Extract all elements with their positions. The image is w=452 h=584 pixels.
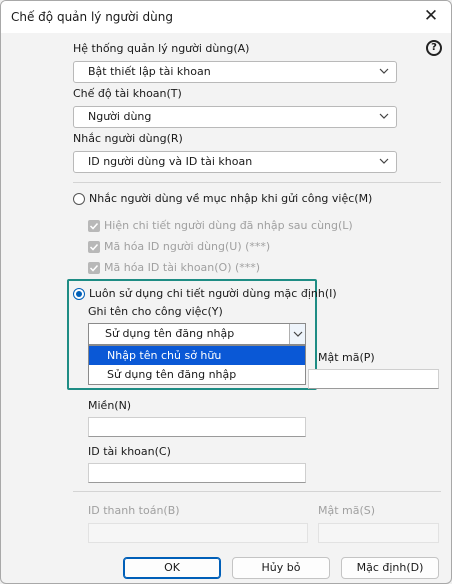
billing-id-input[interactable] xyxy=(88,523,308,543)
checkbox-mask-account-id[interactable] xyxy=(88,262,100,274)
password-input[interactable] xyxy=(308,369,439,389)
job-name-value: Sử dụng tên đăng nhập xyxy=(105,327,235,340)
password-label: Mật mã(P) xyxy=(318,351,375,364)
checkmark-icon xyxy=(89,264,99,272)
billing-password-label: Mật mã(S) xyxy=(318,504,376,517)
account-id-input[interactable] xyxy=(88,463,306,483)
checkmark-icon xyxy=(89,243,99,251)
checkbox-mask-account-id-label: Mã hóa ID tài khoan(O) (***) xyxy=(104,261,261,274)
divider xyxy=(73,491,441,492)
checkbox-show-last-user-label: Hiện chi tiết người dùng đã nhập sau cùn… xyxy=(104,219,353,232)
checkbox-mask-user-id[interactable] xyxy=(88,241,100,253)
user-prompt-value: ID người dùng và ID tài khoan xyxy=(88,155,253,168)
chevron-down-icon xyxy=(379,158,389,164)
domain-input[interactable] xyxy=(88,417,306,437)
account-mode-value: Người dùng xyxy=(88,110,152,123)
checkbox-show-last-user[interactable] xyxy=(88,220,100,232)
checkmark-icon xyxy=(89,222,99,230)
system-select[interactable]: Bật thiết lập tài khoan xyxy=(73,61,397,83)
dropdown-option-login-name[interactable]: Sử dụng tên đăng nhập xyxy=(89,365,305,384)
billing-password-input[interactable] xyxy=(318,523,439,543)
radio-always-default-label: Luôn sử dụng chi tiết người dùng mặc địn… xyxy=(89,287,337,300)
job-name-dropdown-list: Nhập tên chủ sở hữu Sử dụng tên đăng nhậ… xyxy=(88,345,306,385)
account-mode-select[interactable]: Người dùng xyxy=(73,106,397,128)
domain-label: Miền(N) xyxy=(88,399,132,412)
chevron-down-icon xyxy=(379,113,389,119)
dropdown-option-owner-name[interactable]: Nhập tên chủ sở hữu xyxy=(89,346,305,365)
help-icon[interactable]: ? xyxy=(426,40,442,56)
user-management-dialog: Chế độ quản lý người dùng ✕ ? Hệ thống q… xyxy=(0,0,452,584)
radio-prompt-user-label: Nhắc người dùng về mục nhập khi gửi công… xyxy=(89,192,373,205)
chevron-down-icon xyxy=(293,331,303,337)
job-name-combo[interactable]: Sử dụng tên đăng nhập xyxy=(88,323,306,345)
chevron-down-icon xyxy=(379,68,389,74)
close-icon[interactable]: ✕ xyxy=(421,6,441,26)
system-select-value: Bật thiết lập tài khoan xyxy=(88,65,211,78)
billing-id-label: ID thanh toán(B) xyxy=(88,504,180,517)
ok-button[interactable]: OK xyxy=(123,557,221,579)
job-name-label: Ghi tên cho công việc(Y) xyxy=(88,305,223,318)
user-prompt-select[interactable]: ID người dùng và ID tài khoan xyxy=(73,151,397,173)
radio-always-default[interactable] xyxy=(73,288,85,300)
radio-prompt-user[interactable] xyxy=(73,193,85,205)
account-mode-label: Chế độ tài khoan(T) xyxy=(73,87,182,100)
user-prompt-label: Nhắc người dùng(R) xyxy=(73,132,183,145)
title-bar: Chế độ quản lý người dùng ✕ xyxy=(1,1,451,33)
checkbox-mask-user-id-label: Mã hóa ID người dùng(U) (***) xyxy=(104,240,271,253)
divider xyxy=(73,182,441,183)
account-id-label: ID tài khoan(C) xyxy=(88,445,171,458)
dialog-title: Chế độ quản lý người dùng xyxy=(11,10,173,24)
system-label: Hệ thống quản lý người dùng(A) xyxy=(73,42,250,55)
cancel-button[interactable]: Hủy bỏ xyxy=(232,557,330,579)
default-button[interactable]: Mặc định(D) xyxy=(341,557,439,579)
combo-button[interactable] xyxy=(289,324,305,344)
